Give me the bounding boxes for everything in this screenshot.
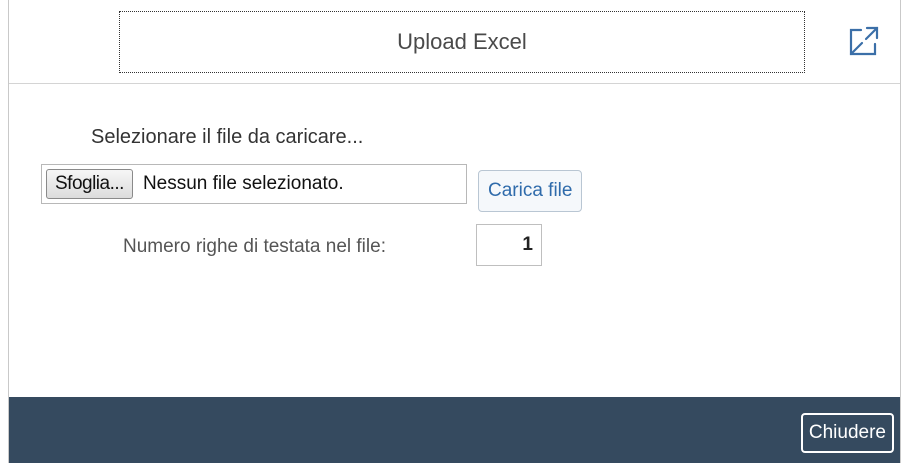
close-button[interactable]: Chiudere [800, 413, 894, 453]
dialog-footer: Chiudere [9, 397, 900, 463]
header-rows-label: Numero righe di testata nel file: [123, 236, 386, 257]
expand-icon[interactable] [847, 24, 881, 58]
header-rows-input[interactable] [476, 224, 542, 266]
file-input[interactable]: Sfoglia... Nessun file selezionato. [41, 164, 467, 204]
dialog-header: Upload Excel [9, 0, 900, 84]
file-select-prompt: Selezionare il file da caricare... [91, 126, 364, 148]
dialog-title: Upload Excel [119, 11, 805, 73]
upload-file-button[interactable]: Carica file [478, 170, 583, 212]
file-status-text: Nessun file selezionato. [142, 173, 344, 194]
browse-button[interactable]: Sfoglia... [46, 169, 133, 199]
upload-dialog: Upload Excel Selezionare il file da cari… [8, 0, 901, 463]
